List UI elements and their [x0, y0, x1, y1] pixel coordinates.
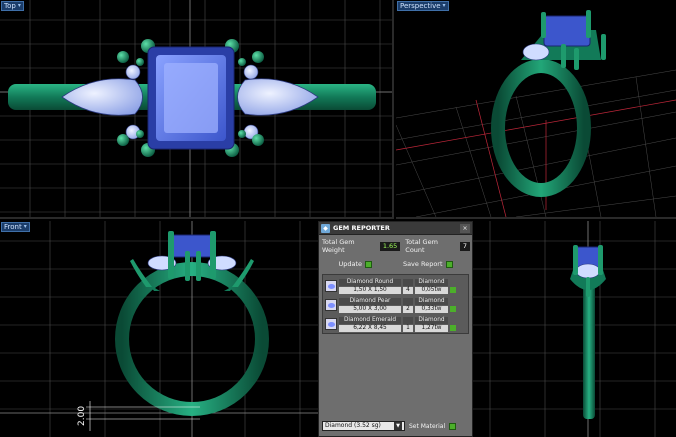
viewport-label-front[interactable]: Front ▾ — [1, 222, 30, 232]
gem-select-button[interactable] — [450, 286, 456, 293]
save-report-icon[interactable] — [445, 260, 453, 268]
gem-count-spacer — [403, 297, 413, 305]
panel-title: GEM REPORTER — [333, 224, 390, 232]
update-icon[interactable] — [365, 260, 373, 268]
gem-material: Diamond — [415, 297, 448, 305]
gem-size: 5,00 X 3,00 — [339, 305, 401, 313]
panel-empty-area — [319, 336, 472, 416]
gem-count-spacer — [403, 316, 413, 324]
pear-gem-side — [575, 263, 601, 279]
update-label: Update — [338, 260, 363, 268]
pear-gem — [522, 43, 550, 61]
chevron-down-icon[interactable]: ▾ — [18, 1, 21, 11]
gem-name: Diamond Round — [339, 278, 401, 286]
chevron-down-icon[interactable]: ▼ — [394, 422, 402, 430]
gem-row[interactable]: Diamond Pear 5,00 X 3,00 2 Diamond 0,33t… — [325, 296, 466, 314]
update-button[interactable]: Update — [338, 260, 373, 268]
save-report-label: Save Report — [402, 260, 443, 268]
viewport-label-text: Front — [4, 223, 22, 231]
gem-row[interactable]: Diamond Emerald 6,22 X 8,45 1 Diamond 1,… — [325, 315, 466, 333]
perspective-view-canvas[interactable] — [396, 0, 676, 217]
gem-name: Diamond Pear — [339, 297, 401, 305]
gem-material: Diamond — [415, 278, 448, 286]
close-icon[interactable]: × — [460, 223, 470, 233]
gem-reporter-icon: ◆ — [321, 223, 330, 233]
gem-reporter-panel[interactable]: ◆ GEM REPORTER × Total Gem Weight 1.65 T… — [318, 221, 473, 437]
material-select[interactable]: Diamond (3.52 sg) ▼ — [322, 421, 405, 431]
total-count-label: Total Gem Count — [405, 238, 438, 254]
viewport-label-top[interactable]: Top ▾ — [1, 1, 24, 11]
viewport-label-perspective[interactable]: Perspective ▾ — [397, 1, 449, 11]
gem-row[interactable]: Diamond Round 1,50 X 1,50 4 Diamond 0,05… — [325, 277, 466, 295]
dimension-value: 2.00 — [77, 406, 87, 426]
chevron-down-icon[interactable]: ▾ — [24, 222, 27, 232]
gem-count: 1 — [403, 324, 413, 332]
viewport-label-text: Perspective — [400, 2, 441, 10]
gem-count-spacer — [403, 278, 413, 286]
ring-shank-side — [583, 279, 595, 419]
gem-select-button[interactable] — [450, 305, 456, 312]
set-material-button[interactable] — [449, 422, 457, 430]
gem-size: 6,22 X 8,45 — [339, 324, 401, 332]
top-view-canvas[interactable] — [0, 0, 392, 217]
chevron-down-icon[interactable]: ▾ — [443, 1, 446, 11]
total-count-value: 7 — [459, 241, 470, 251]
ring-shank — [491, 59, 591, 197]
viewport-label-text: Top — [4, 2, 16, 10]
material-select-value: Diamond — [325, 422, 353, 429]
panel-title-bar[interactable]: ◆ GEM REPORTER × — [319, 222, 472, 235]
total-weight-value: 1.65 — [379, 241, 401, 251]
gem-size: 1,50 X 1,50 — [339, 286, 401, 294]
total-weight-label: Total Gem Weight — [322, 238, 355, 254]
round-gem — [243, 64, 259, 80]
gem-weight: 1,27tw — [415, 324, 448, 332]
gem-weight: 0,33tw — [415, 305, 448, 313]
gem-count: 2 — [403, 305, 413, 313]
save-report-button[interactable]: Save Report — [403, 260, 453, 268]
gem-name: Diamond Emerald — [339, 316, 401, 324]
set-material-label: Set Material — [409, 422, 446, 430]
material-row: Diamond (3.52 sg) ▼ Set Material — [322, 421, 469, 431]
round-gem — [125, 64, 141, 80]
emerald-gem — [543, 15, 591, 47]
perspective-viewport[interactable]: Perspective ▾ — [396, 0, 676, 219]
emerald-gem — [169, 234, 215, 258]
gem-material: Diamond — [415, 316, 448, 324]
totals-row: Total Gem Weight 1.65 Total Gem Count 7 — [319, 235, 472, 254]
top-viewport[interactable]: Top ▾ — [0, 0, 394, 219]
gem-list[interactable]: Diamond Round 1,50 X 1,50 4 Diamond 0,05… — [322, 274, 469, 334]
gem-weight: 0,05tw — [415, 286, 448, 294]
gem-thumbnail-icon — [325, 318, 337, 330]
action-buttons-row: Update Save Report — [319, 254, 472, 272]
gem-thumbnail-icon — [325, 299, 337, 311]
red-axis-lines — [396, 99, 676, 217]
gem-thumbnail-icon — [325, 280, 337, 292]
material-select-detail: (3.52 sg) — [354, 422, 381, 429]
gem-count: 4 — [403, 286, 413, 294]
gem-select-button[interactable] — [450, 324, 456, 331]
